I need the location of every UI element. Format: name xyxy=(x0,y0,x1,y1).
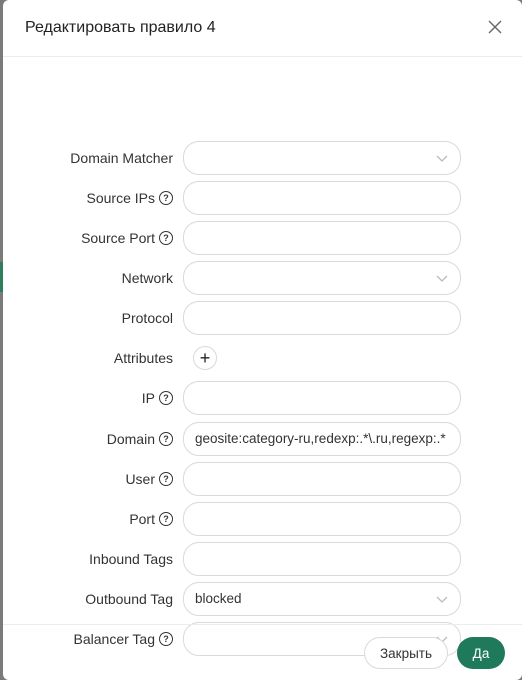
question-circle-icon[interactable]: ? xyxy=(159,472,173,486)
source-port-input[interactable] xyxy=(183,221,461,255)
row-source-ips: Source IPs ? xyxy=(3,181,522,215)
ip-value xyxy=(195,382,448,414)
row-domain: Domain ? geosite:category-ru,redexp:.*\.… xyxy=(3,422,522,456)
inbound-tags-label: Inbound Tags xyxy=(89,551,173,567)
port-label: Port ? xyxy=(129,502,173,536)
row-outbound-tag: Outbound Tag blocked xyxy=(3,582,522,616)
question-circle-icon[interactable]: ? xyxy=(159,231,173,245)
row-source-port: Source Port ? xyxy=(3,221,522,255)
outbound-tag-select[interactable]: blocked xyxy=(183,582,461,616)
inbound-tags-value xyxy=(195,543,448,575)
row-network: Network xyxy=(3,261,522,295)
port-value xyxy=(195,503,448,535)
close-icon xyxy=(488,20,502,34)
question-circle-icon[interactable]: ? xyxy=(159,512,173,526)
chevron-down-icon xyxy=(436,155,448,162)
add-attribute-button[interactable]: + xyxy=(193,346,217,370)
user-input[interactable] xyxy=(183,462,461,496)
plus-icon: + xyxy=(199,348,211,368)
domain-matcher-value xyxy=(195,142,448,174)
user-value xyxy=(195,463,448,495)
network-label: Network xyxy=(121,270,173,286)
source-ips-value xyxy=(195,182,448,214)
row-protocol: Protocol xyxy=(3,301,522,335)
domain-value: geosite:category-ru,redexp:.*\.ru,regexp… xyxy=(195,431,446,446)
row-ip: IP ? xyxy=(3,381,522,415)
port-input[interactable] xyxy=(183,502,461,536)
domain-matcher-label: Domain Matcher xyxy=(70,150,173,166)
dialog-title: Редактировать правило 4 xyxy=(25,19,216,36)
row-attributes: Attributes + xyxy=(3,341,522,375)
user-label: User ? xyxy=(125,462,173,496)
protocol-value xyxy=(195,302,448,334)
row-inbound-tags: Inbound Tags xyxy=(3,542,522,576)
attributes-label: Attributes xyxy=(113,350,173,366)
domain-matcher-select[interactable] xyxy=(183,141,461,175)
dialog-footer: Закрыть Да xyxy=(3,624,522,680)
outbound-tag-label: Outbound Tag xyxy=(85,591,173,607)
row-port: Port ? xyxy=(3,502,522,536)
network-select[interactable] xyxy=(183,261,461,295)
domain-input[interactable]: geosite:category-ru,redexp:.*\.ru,regexp… xyxy=(183,422,461,456)
source-ips-input[interactable] xyxy=(183,181,461,215)
dialog-header: Редактировать правило 4 xyxy=(3,0,522,57)
row-domain-matcher: Domain Matcher xyxy=(3,141,522,175)
chevron-down-icon xyxy=(436,596,448,603)
chevron-down-icon xyxy=(436,275,448,282)
question-circle-icon[interactable]: ? xyxy=(159,391,173,405)
protocol-input[interactable] xyxy=(183,301,461,335)
outbound-tag-value: blocked xyxy=(195,591,242,606)
question-circle-icon[interactable]: ? xyxy=(159,432,173,446)
protocol-label: Protocol xyxy=(121,310,173,326)
source-port-value xyxy=(195,222,448,254)
ip-label: IP ? xyxy=(142,381,173,415)
source-port-label: Source Port ? xyxy=(81,221,173,255)
domain-label: Domain ? xyxy=(107,422,173,456)
row-user: User ? xyxy=(3,462,522,496)
edit-rule-dialog: Редактировать правило 4 Domain Matcher S… xyxy=(3,0,522,680)
close-dialog-button[interactable]: Закрыть xyxy=(364,637,448,669)
inbound-tags-input[interactable] xyxy=(183,542,461,576)
network-value xyxy=(195,262,448,294)
confirm-button[interactable]: Да xyxy=(457,637,505,669)
ip-input[interactable] xyxy=(183,381,461,415)
question-circle-icon[interactable]: ? xyxy=(159,191,173,205)
close-button[interactable] xyxy=(484,16,506,38)
source-ips-label: Source IPs ? xyxy=(87,181,173,215)
